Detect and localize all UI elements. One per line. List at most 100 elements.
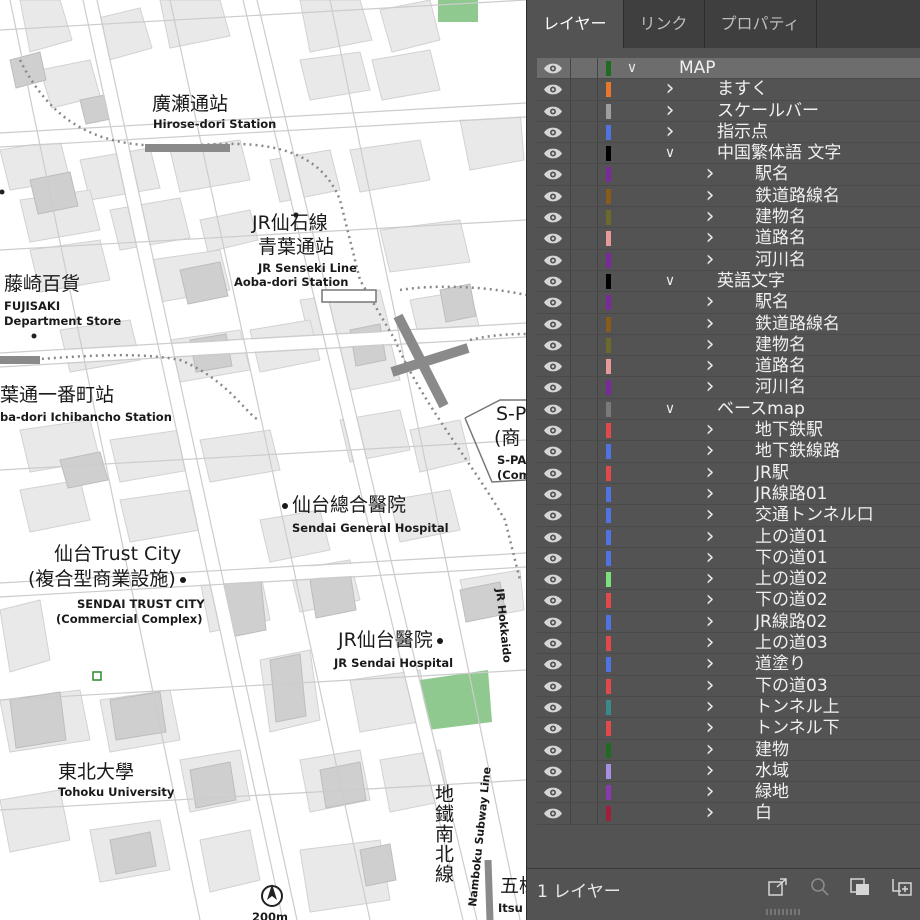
visibility-eye-icon[interactable] <box>543 168 563 181</box>
chevron-right-icon[interactable]: › <box>703 504 717 526</box>
visibility-eye-icon[interactable] <box>543 275 563 288</box>
layer-row[interactable]: › 駅名 <box>537 291 920 314</box>
layer-row[interactable]: › JR線路01 <box>537 482 920 506</box>
visibility-eye-icon[interactable] <box>543 232 563 245</box>
visibility-eye-icon[interactable] <box>543 424 563 437</box>
chevron-right-icon[interactable]: › <box>703 589 717 611</box>
visibility-eye-icon[interactable] <box>543 807 563 820</box>
visibility-eye-icon[interactable] <box>543 296 563 309</box>
chevron-right-icon[interactable]: › <box>703 333 717 355</box>
chevron-right-icon[interactable]: › <box>703 206 717 228</box>
layer-row[interactable]: ∨ ベースmap <box>537 398 920 421</box>
chevron-right-icon[interactable]: › <box>703 546 717 568</box>
search-icon[interactable] <box>809 877 831 897</box>
layer-row[interactable]: › 建物 <box>537 738 920 761</box>
chevron-right-icon[interactable]: › <box>703 717 717 739</box>
chevron-down-icon[interactable]: ∨ <box>663 401 677 417</box>
chevron-down-icon[interactable]: ∨ <box>625 60 639 76</box>
layer-row[interactable]: › 河川名 <box>537 376 920 399</box>
chevron-right-icon[interactable]: › <box>703 440 717 462</box>
chevron-down-icon[interactable]: ∨ <box>663 145 677 161</box>
layer-row[interactable]: › 白 <box>537 802 920 825</box>
layer-row[interactable]: › 下の道02 <box>537 589 920 612</box>
visibility-eye-icon[interactable] <box>543 105 563 118</box>
visibility-eye-icon[interactable] <box>543 147 563 160</box>
layer-row[interactable]: › 上の道03 <box>537 632 920 655</box>
chevron-right-icon[interactable]: › <box>703 248 717 270</box>
layer-row[interactable]: › 鉄道路線名 <box>537 312 920 335</box>
tab-layers[interactable]: レイヤー <box>527 0 624 48</box>
visibility-eye-icon[interactable] <box>543 509 563 522</box>
chevron-right-icon[interactable]: › <box>703 781 717 803</box>
visibility-eye-icon[interactable] <box>543 573 563 586</box>
layer-row[interactable]: › 緑地 <box>537 781 920 804</box>
chevron-right-icon[interactable]: › <box>703 482 717 504</box>
visibility-eye-icon[interactable] <box>543 190 563 203</box>
layer-row[interactable]: › 建物名 <box>537 333 920 357</box>
new-layer-icon[interactable] <box>891 877 913 897</box>
chevron-right-icon[interactable]: › <box>663 120 677 142</box>
chevron-right-icon[interactable]: › <box>703 184 717 206</box>
visibility-eye-icon[interactable] <box>543 339 563 352</box>
layer-row[interactable]: › 下の道01 <box>537 546 920 570</box>
visibility-eye-icon[interactable] <box>543 701 563 714</box>
layer-row[interactable]: › スケールバー <box>537 99 920 122</box>
layer-row[interactable]: ∨ MAP <box>537 58 920 80</box>
visibility-eye-icon[interactable] <box>543 381 563 394</box>
visibility-eye-icon[interactable] <box>543 83 563 96</box>
layer-row[interactable]: ∨ 中国繁体語 文字 <box>537 143 920 165</box>
visibility-eye-icon[interactable] <box>543 62 563 75</box>
visibility-eye-icon[interactable] <box>543 467 563 480</box>
visibility-eye-icon[interactable] <box>543 445 563 458</box>
visibility-eye-icon[interactable] <box>543 680 563 693</box>
chevron-right-icon[interactable]: › <box>703 419 717 441</box>
chevron-right-icon[interactable]: › <box>703 653 717 675</box>
layer-row[interactable]: › 鉄道路線名 <box>537 184 920 208</box>
chevron-down-icon[interactable]: ∨ <box>663 273 677 289</box>
layer-row[interactable]: › 交通トンネル口 <box>537 504 920 527</box>
layer-row[interactable]: › トンネル上 <box>537 695 920 719</box>
layer-row[interactable]: › 指示点 <box>537 120 920 144</box>
visibility-eye-icon[interactable] <box>543 552 563 565</box>
chevron-right-icon[interactable]: › <box>703 632 717 654</box>
visibility-eye-icon[interactable] <box>543 786 563 799</box>
visibility-eye-icon[interactable] <box>543 531 563 544</box>
chevron-right-icon[interactable]: › <box>703 759 717 781</box>
visibility-eye-icon[interactable] <box>543 658 563 671</box>
visibility-eye-icon[interactable] <box>543 744 563 757</box>
layer-row[interactable]: › ますく <box>537 78 920 101</box>
visibility-eye-icon[interactable] <box>543 765 563 778</box>
chevron-right-icon[interactable]: › <box>663 99 677 121</box>
chevron-right-icon[interactable]: › <box>703 312 717 334</box>
chevron-right-icon[interactable]: › <box>703 610 717 632</box>
resize-grip-icon[interactable] <box>765 909 805 915</box>
layer-row[interactable]: › 駅名 <box>537 163 920 186</box>
chevron-right-icon[interactable]: › <box>703 738 717 760</box>
chevron-right-icon[interactable]: › <box>703 695 717 717</box>
visibility-eye-icon[interactable] <box>543 616 563 629</box>
layer-row[interactable]: › 水域 <box>537 759 920 783</box>
chevron-right-icon[interactable]: › <box>703 674 717 696</box>
export-icon[interactable] <box>767 877 789 897</box>
chevron-right-icon[interactable]: › <box>703 568 717 590</box>
layer-row[interactable]: › 地下鉄駅 <box>537 419 920 442</box>
chevron-right-icon[interactable]: › <box>703 291 717 313</box>
layer-row[interactable]: › JR駅 <box>537 461 920 484</box>
visibility-eye-icon[interactable] <box>543 254 563 267</box>
chevron-right-icon[interactable]: › <box>703 355 717 377</box>
layer-row[interactable]: › 上の道01 <box>537 525 920 548</box>
visibility-eye-icon[interactable] <box>543 594 563 607</box>
visibility-eye-icon[interactable] <box>543 126 563 139</box>
chevron-right-icon[interactable]: › <box>703 525 717 547</box>
chevron-right-icon[interactable]: › <box>703 802 717 824</box>
chevron-right-icon[interactable]: › <box>663 78 677 100</box>
visibility-eye-icon[interactable] <box>543 360 563 373</box>
layer-row[interactable]: › 道路名 <box>537 355 920 378</box>
layer-row[interactable]: ∨ 英語文字 <box>537 270 920 293</box>
visibility-eye-icon[interactable] <box>543 637 563 650</box>
layer-row[interactable]: › 道塗り <box>537 653 920 676</box>
layer-row[interactable]: › 道路名 <box>537 227 920 250</box>
layer-row[interactable]: › 建物名 <box>537 206 920 229</box>
visibility-eye-icon[interactable] <box>543 488 563 501</box>
layer-row[interactable]: › 河川名 <box>537 248 920 271</box>
